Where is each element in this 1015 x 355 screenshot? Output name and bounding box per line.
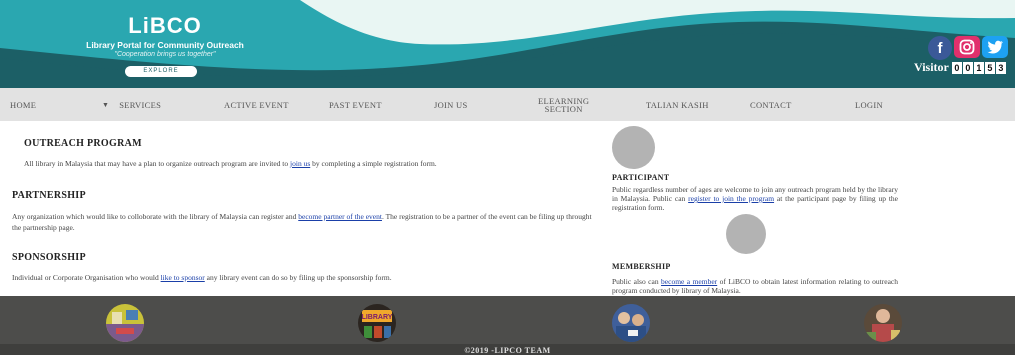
- explore-button[interactable]: EXPLORE: [125, 66, 197, 77]
- participant-text: Public regardless number of ages are wel…: [612, 185, 898, 212]
- footer-photo-2[interactable]: LIBRARY: [358, 304, 396, 342]
- facebook-icon[interactable]: f: [928, 36, 952, 60]
- nav-contact[interactable]: CONTACT: [750, 88, 792, 121]
- outreach-section: OUTREACH PROGRAM All library in Malaysia…: [24, 138, 594, 169]
- join-us-link[interactable]: join us: [290, 159, 310, 168]
- caret-down-icon: ▼: [102, 100, 110, 109]
- visitor-label: Visitor: [914, 60, 949, 74]
- visitor-digit: 0: [951, 61, 962, 74]
- footer-photo-4[interactable]: [864, 304, 902, 342]
- partnership-title: PARTNERSHIP: [12, 190, 86, 201]
- outreach-text-before: All library in Malaysia that may have a …: [24, 159, 291, 168]
- participant-avatar-placeholder: [612, 126, 655, 169]
- partnership-text: Any organization which would like to col…: [12, 211, 594, 233]
- sponsorship-text-before: Individual or Corporate Organisation who…: [12, 273, 161, 282]
- footer-photo-2-label: LIBRARY: [362, 314, 393, 321]
- nav-services[interactable]: ▼ SERVICES: [102, 88, 161, 121]
- register-to-join-link[interactable]: register to join the program: [688, 194, 774, 203]
- site-motto: "Cooperation brings us together": [114, 51, 216, 58]
- visitor-digits: 0 0 1 5 3: [951, 61, 1006, 74]
- outreach-text-after: by completing a simple registration form…: [310, 159, 437, 168]
- visitor-counter: Visitor 0 0 1 5 3: [914, 60, 1006, 75]
- nav-past-event[interactable]: PAST EVENT: [329, 88, 382, 121]
- membership-text: Public also can become a member of LiBCO…: [612, 277, 898, 295]
- site-header: LiBCO Library Portal for Community Outre…: [0, 0, 1015, 88]
- sponsorship-title: SPONSORSHIP: [12, 252, 86, 263]
- become-partner-link[interactable]: become partner of the event: [298, 212, 382, 221]
- nav-login[interactable]: LOGIN: [855, 88, 883, 121]
- membership-text-before: Public also can: [612, 277, 662, 286]
- nav-active-event[interactable]: ACTIVE EVENT: [224, 88, 289, 121]
- become-a-member-link[interactable]: become a member: [661, 277, 717, 286]
- instagram-icon[interactable]: [954, 36, 980, 58]
- membership-title: MEMBERSHIP: [612, 262, 671, 271]
- outreach-text: All library in Malaysia that may have a …: [24, 158, 594, 169]
- participant-title: PARTICIPANT: [612, 173, 670, 182]
- footer-photo-1[interactable]: [106, 304, 144, 342]
- visitor-digit: 1: [973, 61, 984, 74]
- nav-home[interactable]: HOME: [10, 88, 36, 121]
- footer-photo-3[interactable]: [612, 304, 650, 342]
- nav-elearning-line2: SECTION: [544, 103, 583, 114]
- main-nav: HOME ▼ SERVICES ACTIVE EVENT PAST EVENT …: [0, 88, 1015, 121]
- social-links: f: [928, 36, 1008, 60]
- site-tagline: Library Portal for Community Outreach: [86, 40, 244, 50]
- sponsorship-section: SPONSORSHIP Individual or Corporate Orga…: [12, 252, 594, 283]
- like-to-sponsor-link[interactable]: like to sponsor: [161, 273, 205, 282]
- nav-elearning-section[interactable]: ELEARNING SECTION: [538, 88, 589, 121]
- partnership-text-before: Any organization which would like to col…: [12, 212, 299, 221]
- visitor-digit: 5: [984, 61, 995, 74]
- copyright-text: ©2019 -LIPCO TEAM: [0, 344, 1015, 355]
- visitor-digit: 3: [995, 61, 1006, 74]
- partnership-section: PARTNERSHIP Any organization which would…: [12, 190, 594, 233]
- site-logo[interactable]: LiBCO: [60, 14, 270, 38]
- outreach-title: OUTREACH PROGRAM: [24, 138, 142, 149]
- brand-block: LiBCO Library Portal for Community Outre…: [60, 14, 270, 59]
- sponsorship-text-after: any library event can do so by filing up…: [204, 273, 392, 282]
- twitter-icon[interactable]: [982, 36, 1008, 58]
- nav-join-us[interactable]: JOIN US: [434, 88, 468, 121]
- sponsorship-text: Individual or Corporate Organisation who…: [12, 272, 594, 283]
- membership-avatar-placeholder: [726, 214, 766, 254]
- visitor-digit: 0: [962, 61, 973, 74]
- nav-talian-kasih[interactable]: TALIAN KASIH: [646, 88, 709, 121]
- nav-services-label: SERVICES: [119, 99, 162, 110]
